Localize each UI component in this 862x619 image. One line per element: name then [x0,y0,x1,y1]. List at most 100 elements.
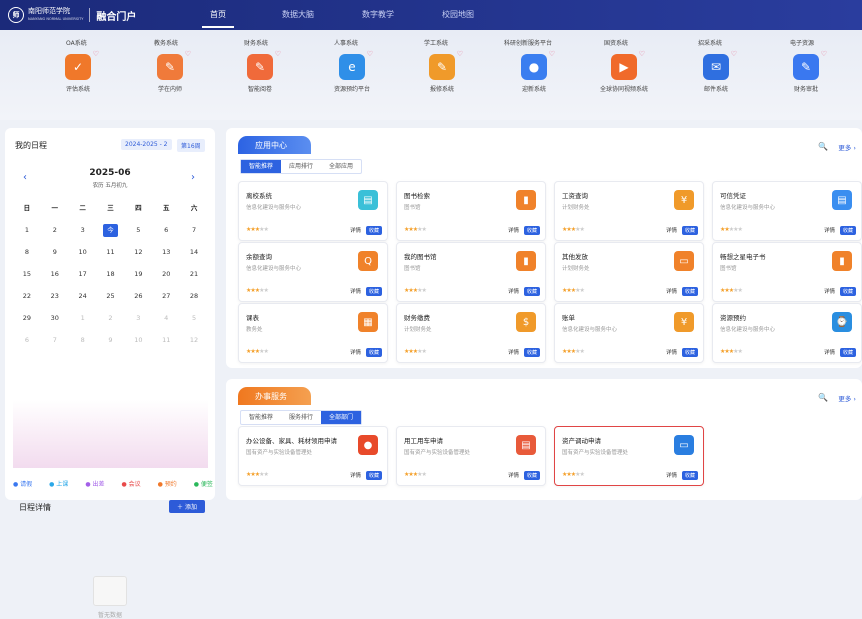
calendar-day[interactable]: 14 [180,246,208,259]
favorite-button[interactable]: 收藏 [839,287,856,296]
system-top-link[interactable]: 教务系统 [154,38,178,47]
calendar-day[interactable]: 24 [69,290,97,303]
app-card[interactable]: 资源预约 信息化建设与服务中心 ⌚ ★★★★★ 详情 收藏 [712,303,862,363]
calendar-day[interactable]: 29 [13,312,41,325]
detail-link[interactable]: 详情 [508,471,519,479]
system-item[interactable]: ✓ ♡ 评估系统 [38,50,118,93]
calendar-day[interactable]: 7 [41,334,69,347]
system-item[interactable]: ✎ ♡ 报修系统 [402,50,482,93]
calendar-day[interactable]: 13 [152,246,180,259]
favorite-button[interactable]: 收藏 [681,287,698,296]
favorite-heart-icon[interactable]: ♡ [731,50,737,58]
calendar-day[interactable]: 7 [180,224,208,237]
calendar-day[interactable]: 18 [97,268,125,281]
calendar-day[interactable]: 1 [13,224,41,237]
detail-link[interactable]: 详情 [508,287,519,295]
favorite-heart-icon[interactable]: ♡ [457,50,463,58]
calendar-day[interactable]: 10 [69,246,97,259]
calendar-day[interactable]: 5 [180,312,208,325]
detail-link[interactable]: 详情 [508,348,519,356]
calendar-day[interactable]: 21 [180,268,208,281]
favorite-button[interactable]: 收藏 [839,348,856,357]
system-top-link[interactable]: 学工系统 [424,38,448,47]
tab-all-departments[interactable]: 全部部门 [321,411,362,424]
app-search-icon[interactable]: 🔍 [818,142,828,151]
calendar-day[interactable]: 25 [97,290,125,303]
calendar-day[interactable]: 22 [13,290,41,303]
calendar-day[interactable]: 11 [97,246,125,259]
detail-link[interactable]: 详情 [350,226,361,234]
nav-campus-map[interactable]: 校园地图 [418,0,498,30]
favorite-button[interactable]: 收藏 [523,471,540,480]
app-card[interactable]: 图书检索 图书馆 ▮ ★★★★★ 详情 收藏 [396,181,546,241]
app-card[interactable]: 办公设备、家具、耗材领用申请 国有资产与实验设备管理处 ● ★★★★★ 详情 收藏 [238,426,388,486]
app-card[interactable]: 工资查询 计划财务处 ¥ ★★★★★ 详情 收藏 [554,181,704,241]
favorite-heart-icon[interactable]: ♡ [93,50,99,58]
calendar-day[interactable]: 11 [152,334,180,347]
service-more-link[interactable]: 更多 › [838,393,856,403]
favorite-heart-icon[interactable]: ♡ [275,50,281,58]
system-top-link[interactable]: 科研创新服务平台 [504,38,552,47]
favorite-heart-icon[interactable]: ♡ [821,50,827,58]
calendar-day[interactable]: 9 [41,246,69,259]
app-card[interactable]: 其他发放 计划财务处 ▭ ★★★★★ 详情 收藏 [554,242,704,302]
calendar-day[interactable]: 3 [69,224,97,237]
detail-link[interactable]: 详情 [666,287,677,295]
app-card[interactable]: 畅想之星电子书 图书馆 ▮ ★★★★★ 详情 收藏 [712,242,862,302]
system-item[interactable]: ✎ ♡ 学在内师 [130,50,210,93]
favorite-heart-icon[interactable]: ♡ [639,50,645,58]
system-item[interactable]: ✎ ♡ 财务审批 [766,50,846,93]
favorite-button[interactable]: 收藏 [681,348,698,357]
calendar-day[interactable]: 9 [97,334,125,347]
calendar-day[interactable]: 8 [13,246,41,259]
calendar-day[interactable]: 19 [124,268,152,281]
favorite-button[interactable]: 收藏 [839,226,856,235]
calendar-day[interactable]: 23 [41,290,69,303]
school-logo[interactable]: 师 南阳师范学院 NANYANG NORMAL UNIVERSITY 融合门户 [8,7,193,23]
calendar-day[interactable]: 17 [69,268,97,281]
calendar-day[interactable]: 今 [102,224,119,237]
calendar-day[interactable]: 6 [152,224,180,237]
system-top-link[interactable]: 国资系统 [604,38,628,47]
calendar-day[interactable]: 5 [124,224,152,237]
tab-app-ranking[interactable]: 应用排行 [281,160,321,173]
app-card[interactable]: 余额查询 信息化建设与服务中心 Q ★★★★★ 详情 收藏 [238,242,388,302]
detail-link[interactable]: 详情 [350,348,361,356]
app-card[interactable]: 课表 教务处 ▦ ★★★★★ 详情 收藏 [238,303,388,363]
tab-service-recommend[interactable]: 智能推荐 [241,411,281,424]
detail-link[interactable]: 详情 [824,226,835,234]
nav-home[interactable]: 首页 [178,0,258,30]
app-more-link[interactable]: 更多 › [838,142,856,152]
calendar-day[interactable]: 4 [152,312,180,325]
calendar-day[interactable]: 1 [69,312,97,325]
service-search-icon[interactable]: 🔍 [818,393,828,402]
calendar-day[interactable]: 27 [152,290,180,303]
calendar-day[interactable]: 2 [41,224,69,237]
tab-all-apps[interactable]: 全部应用 [321,160,361,173]
app-card[interactable]: 财务缴费 计划财务处 $ ★★★★★ 详情 收藏 [396,303,546,363]
calendar-day[interactable]: 2 [97,312,125,325]
calendar-day[interactable]: 8 [69,334,97,347]
favorite-heart-icon[interactable]: ♡ [549,50,555,58]
app-card[interactable]: 我的图书馆 图书馆 ▮ ★★★★★ 详情 收藏 [396,242,546,302]
detail-link[interactable]: 详情 [666,471,677,479]
calendar-day[interactable]: 15 [13,268,41,281]
detail-link[interactable]: 详情 [824,348,835,356]
add-schedule-button[interactable]: ＋ 添加 [169,500,205,513]
app-card[interactable]: 离校系统 信息化建设与服务中心 ▤ ★★★★★ 详情 收藏 [238,181,388,241]
system-item[interactable]: ▶ ♡ 全球协同视频系统 [584,50,664,93]
favorite-button[interactable]: 收藏 [523,226,540,235]
calendar-day[interactable]: 28 [180,290,208,303]
calendar-day[interactable]: 3 [124,312,152,325]
detail-link[interactable]: 详情 [666,226,677,234]
next-month-icon[interactable]: › [191,172,195,183]
app-card[interactable]: 账单 信息化建设与服务中心 ¥ ★★★★★ 详情 收藏 [554,303,704,363]
calendar-day[interactable]: 16 [41,268,69,281]
system-top-link[interactable]: 电子资源 [790,38,814,47]
detail-link[interactable]: 详情 [350,287,361,295]
calendar-day[interactable]: 26 [124,290,152,303]
calendar-day[interactable]: 20 [152,268,180,281]
favorite-heart-icon[interactable]: ♡ [367,50,373,58]
favorite-button[interactable]: 收藏 [365,471,382,480]
app-card[interactable]: 资产调动申请 国有资产与实验设备管理处 ▭ ★★★★★ 详情 收藏 [554,426,704,486]
